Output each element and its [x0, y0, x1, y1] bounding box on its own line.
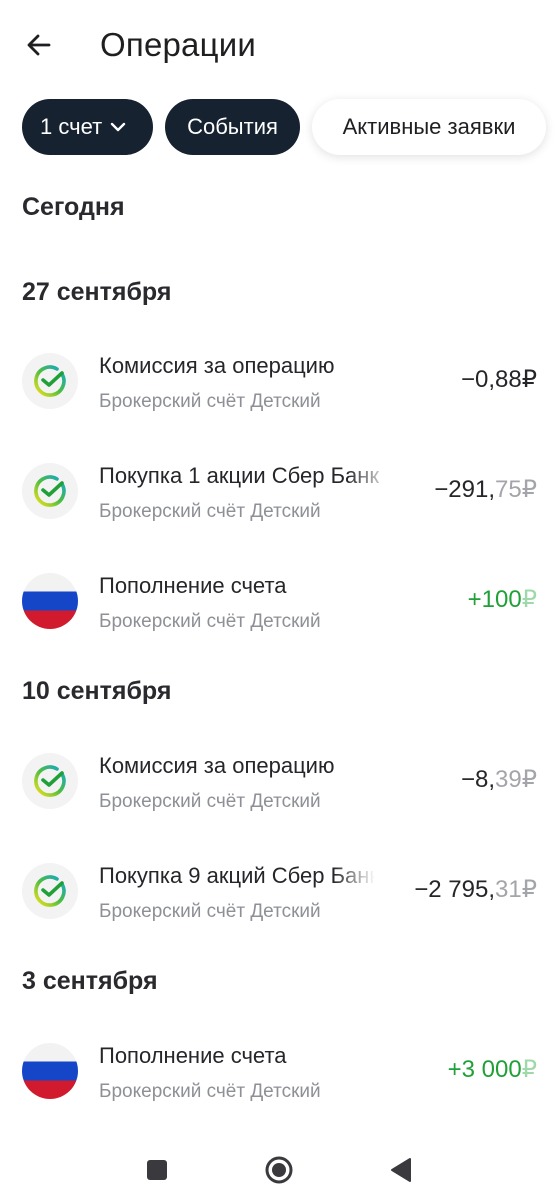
operation-title: Пополнение счета [99, 1043, 287, 1068]
operation-account: Брокерский счёт Детский [99, 391, 321, 412]
circle-icon [265, 1156, 293, 1184]
currency-symbol: ₽ [521, 476, 537, 503]
currency-symbol: ₽ [521, 1056, 537, 1083]
page-title: Операции [100, 26, 256, 63]
operation-account: Брокерский счёт Детский [99, 1081, 321, 1102]
operation-row[interactable]: Комиссия за операцию Брокерский счёт Дет… [0, 753, 559, 833]
operation-account: Брокерский счёт Детский [99, 901, 321, 922]
russia-flag-icon [22, 1043, 78, 1099]
active-orders-chip[interactable]: Активные заявки [312, 99, 546, 155]
section-date-27-september: 27 сентября [22, 278, 172, 306]
amount-integer: +100 [467, 586, 522, 613]
operation-amount: +3 000₽ [448, 1055, 537, 1084]
system-back-button[interactable] [383, 1152, 419, 1188]
operation-title: Комиссия за операцию [99, 353, 335, 378]
russia-flag-icon [22, 573, 78, 629]
operation-row[interactable]: Пополнение счета Брокерский счёт Детский… [0, 1043, 559, 1123]
app-header: Операции [0, 0, 559, 92]
arrow-left-icon [27, 34, 51, 56]
active-orders-label: Активные заявки [342, 114, 516, 139]
operation-account: Брокерский счёт Детский [99, 501, 321, 522]
currency-symbol: ₽ [521, 766, 537, 793]
account-filter-label: 1 счет [40, 114, 103, 139]
square-icon [147, 1160, 167, 1180]
amount-integer: −8, [460, 766, 496, 793]
operation-row[interactable]: Покупка 9 акций Сбер Банк Брокерский счё… [0, 863, 559, 943]
amount-fraction: 31 [495, 876, 522, 903]
operation-title: Комиссия за операцию [99, 753, 335, 778]
events-filter-label: События [187, 114, 278, 139]
amount-integer: −291, [434, 476, 496, 503]
sber-logo-icon [22, 753, 78, 809]
operation-title: Пополнение счета [99, 573, 287, 598]
amount-integer: −2 795, [414, 876, 496, 903]
system-navigation-bar [0, 1140, 559, 1200]
section-date-10-september: 10 сентября [22, 677, 172, 705]
filter-chips: 1 счет События Активные заявки [22, 99, 546, 155]
section-date-3-september: 3 сентября [22, 967, 158, 995]
amount-integer: +3 000 [447, 1056, 522, 1083]
chevron-down-icon [110, 122, 126, 132]
operation-amount: −2 795,31₽ [414, 875, 537, 904]
operation-account: Брокерский счёт Детский [99, 611, 321, 632]
events-filter-chip[interactable]: События [165, 99, 300, 155]
operation-row[interactable]: Комиссия за операцию Брокерский счёт Дет… [0, 353, 559, 433]
operation-row[interactable]: Покупка 1 акции Сбер Банк Брокерский счё… [0, 463, 559, 543]
section-today: Сегодня [22, 193, 125, 221]
currency-symbol: ₽ [521, 586, 537, 613]
recents-button[interactable] [139, 1152, 175, 1188]
operation-amount: −0,88₽ [461, 365, 537, 394]
operation-amount: −8,39₽ [461, 765, 537, 794]
currency-symbol: ₽ [521, 876, 537, 903]
operation-amount: −291,75₽ [434, 475, 537, 504]
account-filter-chip[interactable]: 1 счет [22, 99, 153, 155]
operation-account: Брокерский счёт Детский [99, 791, 321, 812]
triangle-back-icon [391, 1158, 411, 1182]
operation-title: Покупка 9 акций Сбер Банк [99, 863, 375, 888]
operation-row[interactable]: Пополнение счета Брокерский счёт Детский… [0, 573, 559, 653]
amount-fraction: 75 [495, 476, 522, 503]
sber-logo-icon [22, 353, 78, 409]
operation-amount: +100₽ [468, 585, 537, 614]
sber-logo-icon [22, 463, 78, 519]
home-button[interactable] [261, 1152, 297, 1188]
sber-logo-icon [22, 863, 78, 919]
amount-fraction: 39 [495, 766, 522, 793]
back-button[interactable] [18, 24, 60, 66]
currency-symbol: ₽ [521, 366, 537, 393]
amount-integer: −0,88 [460, 366, 522, 393]
operation-title: Покупка 1 акции Сбер Банк [99, 463, 380, 488]
